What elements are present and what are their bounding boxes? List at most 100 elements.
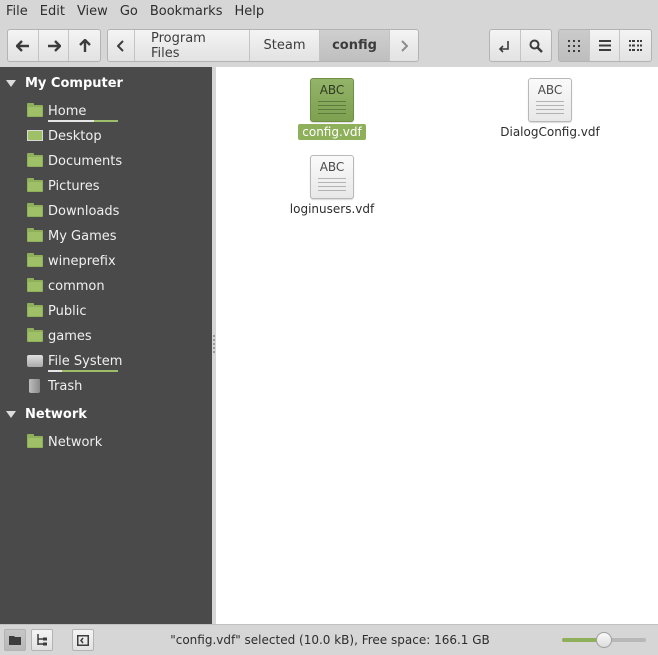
section-network[interactable]: Network <box>0 402 212 426</box>
section-title: My Computer <box>25 75 123 91</box>
sidebar-item-public[interactable]: Public <box>27 300 207 322</box>
sidebar-item-my-games[interactable]: My Games <box>27 225 207 247</box>
sidebar-item-label: My Games <box>48 228 117 244</box>
up-button[interactable] <box>69 30 100 61</box>
toggle-location-button[interactable] <box>490 30 521 61</box>
status-bar: "config.vdf" selected (10.0 kB), Free sp… <box>0 624 658 655</box>
sidebar-item-label: Public <box>48 303 87 319</box>
sidebar-item-label: File System <box>48 354 122 372</box>
back-button[interactable] <box>8 30 39 61</box>
sidebar-item-file-system[interactable]: File System <box>27 350 207 372</box>
navigation-buttons <box>7 29 101 62</box>
folder-icon <box>27 228 43 243</box>
section-my-computer[interactable]: My Computer <box>0 71 212 95</box>
hide-sidebar-button[interactable] <box>72 629 94 651</box>
sidebar-item-label: games <box>48 328 92 344</box>
sidebar-item-label: wineprefix <box>48 253 116 269</box>
breadcrumb-right-button[interactable] <box>390 30 418 61</box>
places-sidebar-button[interactable] <box>4 629 26 651</box>
folder-icon <box>27 253 43 268</box>
chevron-right-icon <box>401 39 408 52</box>
sidebar-item-label: Pictures <box>48 178 100 194</box>
status-text: "config.vdf" selected (10.0 kB), Free sp… <box>170 633 490 647</box>
sidebar-item-label: Home <box>48 104 118 122</box>
breadcrumb: Program Files Steam config <box>107 29 419 62</box>
zoom-slider-handle[interactable] <box>596 632 612 648</box>
sidebar-item-label: common <box>48 278 105 294</box>
tree-sidebar-button[interactable] <box>31 629 53 651</box>
home-folder-icon <box>27 103 43 118</box>
file-item[interactable]: ABC loginusers.vdf <box>272 155 392 217</box>
sidebar-item-label: Desktop <box>48 128 102 144</box>
sidebar-item-label: Documents <box>48 153 123 169</box>
arrow-right-icon <box>47 39 61 52</box>
folder-icon <box>27 278 43 293</box>
arrow-left-icon <box>15 39 29 52</box>
file-view[interactable]: ABC config.vdf ABC DialogConfig.vdf ABC … <box>216 67 658 624</box>
sidebar-item-trash[interactable]: Trash <box>27 375 207 397</box>
sidebar-item-documents[interactable]: Documents <box>27 150 207 172</box>
sidebar-item-desktop[interactable]: Desktop <box>27 125 207 147</box>
arrow-up-icon <box>78 38 91 52</box>
menu-bar: File Edit View Go Bookmarks Help <box>0 0 658 24</box>
tree-icon <box>37 634 47 646</box>
location-entry-icon <box>498 40 509 53</box>
chevron-left-icon <box>117 39 124 52</box>
menu-bookmarks[interactable]: Bookmarks <box>144 0 229 24</box>
file-name: DialogConfig.vdf <box>500 125 600 139</box>
pictures-folder-icon <box>27 178 43 193</box>
search-button[interactable] <box>521 30 551 61</box>
file-item[interactable]: ABC config.vdf <box>272 78 392 140</box>
public-folder-icon <box>27 303 43 318</box>
menu-edit[interactable]: Edit <box>34 0 71 24</box>
sidebar-item-label: Downloads <box>48 203 120 219</box>
sidebar-item-pictures[interactable]: Pictures <box>27 175 207 197</box>
list-view-button[interactable] <box>590 30 621 61</box>
forward-button[interactable] <box>39 30 70 61</box>
collapse-triangle-icon <box>6 79 16 87</box>
file-name: loginusers.vdf <box>289 202 375 216</box>
downloads-folder-icon <box>27 203 43 218</box>
trash-icon <box>27 379 43 393</box>
desktop-icon <box>27 129 43 143</box>
sidebar-item-network[interactable]: Network <box>27 431 207 453</box>
menu-view[interactable]: View <box>71 0 114 24</box>
file-item[interactable]: ABC DialogConfig.vdf <box>490 78 610 140</box>
compact-view-button[interactable] <box>620 30 651 61</box>
toolbar: Program Files Steam config <box>0 24 658 67</box>
breadcrumb-left-button[interactable] <box>108 30 135 61</box>
folder-icon <box>9 636 21 645</box>
sidebar-item-wineprefix[interactable]: wineprefix <box>27 250 207 272</box>
zoom-slider[interactable] <box>562 632 646 648</box>
sidebar-item-downloads[interactable]: Downloads <box>27 200 207 222</box>
icon-view-button[interactable] <box>559 30 590 61</box>
breadcrumb-config[interactable]: config <box>320 30 390 61</box>
menu-help[interactable]: Help <box>228 0 270 24</box>
grid-icon <box>567 39 580 52</box>
disk-usage-bar <box>48 119 118 122</box>
breadcrumb-program-files[interactable]: Program Files <box>135 30 250 61</box>
network-folder-icon <box>27 434 43 449</box>
sidebar-item-home[interactable]: Home <box>27 100 207 122</box>
drive-icon <box>27 354 43 368</box>
view-mode-buttons <box>558 29 652 62</box>
menu-go[interactable]: Go <box>114 0 144 24</box>
folder-icon <box>27 328 43 343</box>
sidebar: My Computer Home Desktop Documents Pictu… <box>0 67 212 624</box>
sidebar-item-games[interactable]: games <box>27 325 207 347</box>
disk-usage-bar <box>48 369 118 372</box>
sidebar-item-label: Network <box>48 434 103 450</box>
text-document-icon: ABC <box>310 155 354 199</box>
sidebar-item-common[interactable]: common <box>27 275 207 297</box>
sidebar-toggle-icon <box>77 634 89 646</box>
text-document-icon: ABC <box>528 78 572 122</box>
list-icon <box>598 40 611 51</box>
documents-folder-icon <box>27 153 43 168</box>
search-icon <box>529 39 543 53</box>
compact-list-icon <box>629 40 643 51</box>
text-document-icon: ABC <box>310 78 354 122</box>
section-title: Network <box>25 406 87 422</box>
menu-file[interactable]: File <box>0 0 34 24</box>
file-name: config.vdf <box>298 124 366 140</box>
breadcrumb-steam[interactable]: Steam <box>250 30 320 61</box>
